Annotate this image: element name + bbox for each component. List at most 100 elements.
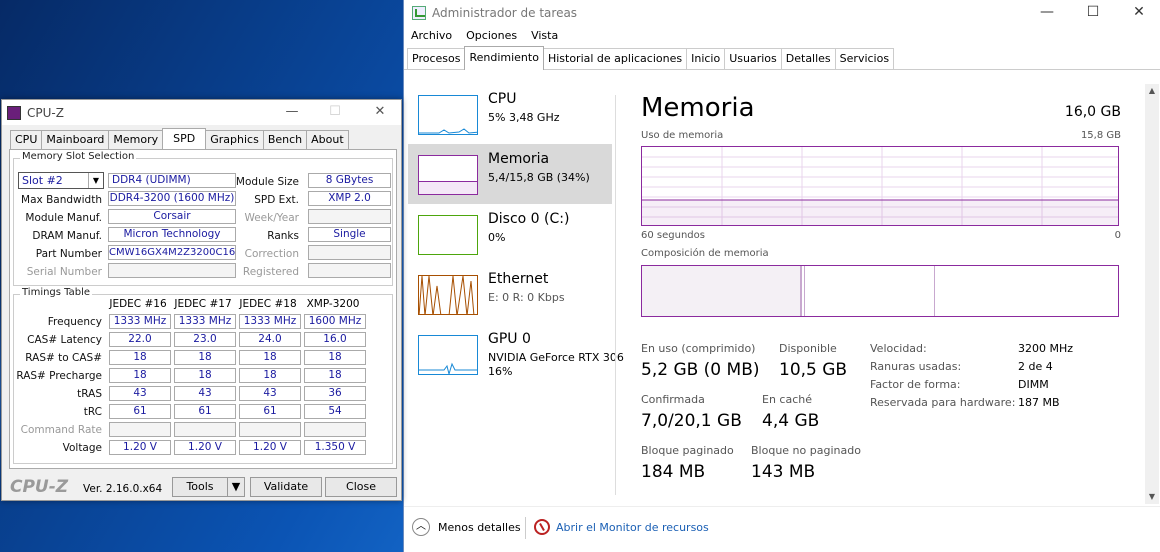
sidebar-item-memoria[interactable]: Memoria 5,4/15,8 GB (34%) — [408, 144, 612, 204]
total-memory: 16,0 GB — [1064, 104, 1121, 120]
chevron-up-icon: ︿ — [412, 518, 430, 536]
footer-bar: ︿ Menos detalles Abrir el Monitor de rec… — [404, 506, 1160, 552]
cpuz-tab-memory[interactable]: Memory — [108, 130, 164, 149]
sidebar-sub: 5% 3,48 GHz — [488, 111, 560, 124]
committed-label: Confirmada — [641, 393, 705, 406]
menu-archivo[interactable]: Archivo — [411, 29, 452, 42]
cpuz-tab-mainboard[interactable]: Mainboard — [41, 130, 110, 149]
week-year-label: Week/Year — [244, 212, 299, 224]
tab-procesos[interactable]: Procesos — [407, 48, 466, 69]
module-size-label: Module Size — [235, 176, 299, 188]
sidebar-label: Memoria — [488, 151, 550, 167]
tab-detalles[interactable]: Detalles — [780, 48, 836, 69]
resource-monitor-icon — [534, 519, 550, 535]
minimize-button[interactable]: — — [1024, 2, 1070, 24]
form-factor-label: Factor de forma: — [870, 378, 961, 391]
task-manager-icon — [412, 5, 426, 20]
cpuz-tab-bench[interactable]: Bench — [262, 130, 308, 149]
sidebar-item-disco[interactable]: Disco 0 (C:) 0% — [408, 204, 612, 264]
timing-label: tRC — [83, 406, 102, 418]
ranks-value: Single — [308, 227, 391, 242]
sidebar-item-ethernet[interactable]: Ethernet E: 0 R: 0 Kbps — [408, 264, 612, 324]
memory-type: DDR4 (UDIMM) — [108, 173, 236, 188]
timing-header: XMP-3200 — [306, 298, 360, 310]
less-details-label: Menos detalles — [438, 520, 521, 534]
sidebar-label: Ethernet — [488, 271, 549, 287]
timing-cell — [109, 422, 171, 437]
part-number-label: Part Number — [35, 248, 102, 260]
maximize-button[interactable]: ☐ — [1070, 2, 1116, 24]
timing-label: RAS# to CAS# — [25, 352, 102, 364]
in-use-label: En uso (comprimido) — [641, 342, 756, 355]
slot-select[interactable]: Slot #2 ▼ — [18, 172, 104, 189]
timing-cell: 18 — [174, 368, 236, 383]
sidebar-item-cpu[interactable]: CPU 5% 3,48 GHz — [408, 84, 612, 144]
timings-group-label: Timings Table — [20, 287, 93, 298]
timing-label: Command Rate — [20, 424, 102, 436]
slots-label: Ranuras usadas: — [870, 360, 962, 373]
slots-value: 2 de 4 — [1018, 360, 1053, 373]
timing-cell: 24.0 — [239, 332, 301, 347]
resource-monitor-link[interactable]: Abrir el Monitor de recursos — [534, 519, 709, 535]
timing-cell: 54 — [304, 404, 366, 419]
paged-label: Bloque paginado — [641, 444, 734, 457]
timing-cell: 18 — [109, 350, 171, 365]
timing-label: Frequency — [47, 316, 102, 328]
reserved-value: 187 MB — [1018, 396, 1060, 409]
timing-cell: 1333 MHz — [174, 314, 236, 329]
timing-label: Voltage — [62, 442, 102, 454]
menu-vista[interactable]: Vista — [531, 29, 558, 42]
tab-inicio[interactable]: Inicio — [686, 48, 726, 69]
close-button-cpuz[interactable]: Close — [325, 477, 397, 497]
tab-servicios[interactable]: Servicios — [834, 48, 895, 69]
tab-usuarios[interactable]: Usuarios — [724, 48, 782, 69]
validate-button[interactable]: Validate — [250, 477, 322, 497]
cpuz-tab-strip: CPU Mainboard Memory SPD Graphics Bench … — [10, 128, 349, 150]
tab-historial[interactable]: Historial de aplicaciones — [542, 48, 688, 69]
scroll-down-icon[interactable]: ▼ — [1145, 490, 1159, 504]
timing-cell: 16.0 — [304, 332, 366, 347]
cpuz-tab-about[interactable]: About — [306, 130, 349, 149]
cached-label: En caché — [762, 393, 812, 406]
disk-thumbnail-graph — [418, 215, 478, 255]
cpuz-maximize-button: ☐ — [329, 104, 341, 119]
cpuz-tab-cpu[interactable]: CPU — [10, 130, 43, 149]
sidebar-sub: 0% — [488, 231, 506, 244]
cpuz-minimize-button[interactable]: — — [277, 103, 307, 121]
spd-panel: Memory Slot Selection Slot #2 ▼ DDR4 (UD… — [9, 149, 397, 469]
tools-button[interactable]: Tools — [172, 477, 228, 497]
slot-value: Slot #2 — [22, 174, 63, 187]
form-factor-value: DIMM — [1018, 378, 1049, 391]
cpuz-app-icon — [7, 105, 21, 120]
sidebar-item-gpu[interactable]: GPU 0 NVIDIA GeForce RTX 306 16% — [408, 324, 624, 384]
cpuz-tab-spd[interactable]: SPD — [162, 128, 207, 150]
timing-cell: 18 — [174, 350, 236, 365]
sidebar-label: Disco 0 (C:) — [488, 211, 570, 227]
menu-opciones[interactable]: Opciones — [466, 29, 517, 42]
module-manuf-label: Module Manuf. — [25, 212, 102, 224]
available-value: 10,5 GB — [779, 360, 848, 380]
timing-cell: 61 — [174, 404, 236, 419]
in-use-value: 5,2 GB (0 MB) — [641, 360, 760, 380]
module-manuf-value: Corsair — [108, 209, 236, 224]
timing-cell: 43 — [109, 386, 171, 401]
composition-cached — [934, 266, 935, 316]
timing-cell: 18 — [304, 350, 366, 365]
tools-dropdown-icon[interactable]: ▼ — [227, 477, 245, 497]
cpuz-tab-graphics[interactable]: Graphics — [205, 130, 264, 149]
scroll-up-icon[interactable]: ▲ — [1145, 84, 1159, 98]
close-button[interactable]: ✕ — [1116, 2, 1160, 24]
sidebar-sub: E: 0 R: 0 Kbps — [488, 291, 565, 304]
timing-cell — [239, 422, 301, 437]
timing-cell: 23.0 — [174, 332, 236, 347]
tab-rendimiento[interactable]: Rendimiento — [464, 46, 544, 70]
nonpaged-value: 143 MB — [751, 462, 816, 482]
timing-header: JEDEC #18 — [239, 298, 297, 310]
cpuz-close-icon[interactable]: ✕ — [365, 103, 395, 121]
registered-value — [308, 263, 391, 278]
timing-cell: 1.20 V — [239, 440, 301, 455]
timing-header: JEDEC #16 — [109, 298, 167, 310]
less-details-button[interactable]: ︿ Menos detalles — [412, 518, 521, 536]
task-manager-window: Administrador de tareas — ☐ ✕ Archivo Op… — [403, 0, 1160, 552]
vertical-scrollbar[interactable]: ▲ ▼ — [1145, 84, 1159, 504]
